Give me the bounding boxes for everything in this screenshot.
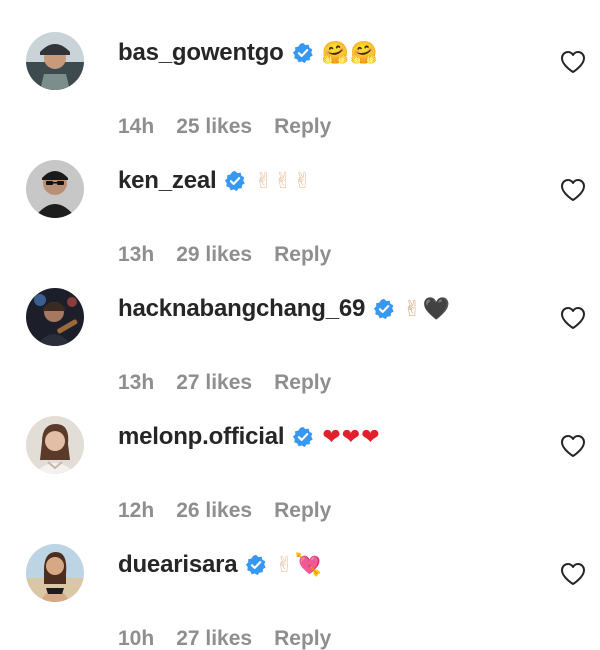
comment-content: hacknabangchang_69 ✌🖤: [118, 294, 451, 324]
like-count-link[interactable]: 27 likes: [176, 627, 252, 650]
comment-content: duearisara ✌💘: [118, 550, 323, 580]
comment-time: 13h: [118, 371, 155, 394]
comment-time: 13h: [118, 243, 155, 266]
like-count-link[interactable]: 27 likes: [176, 371, 252, 395]
avatar[interactable]: [26, 32, 84, 90]
username-link[interactable]: duearisara: [118, 551, 238, 579]
comment-emoji-text: ❤❤❤: [322, 424, 381, 450]
comment-time: 12h: [118, 499, 155, 522]
comment-content: bas_gowentgo 🤗🤗: [118, 38, 378, 68]
comment-item: hacknabangchang_69 ✌🖤 13h 27 likes Reply: [0, 288, 600, 416]
heart-outline-icon[interactable]: [560, 306, 586, 330]
like-count-link[interactable]: 26 likes: [176, 499, 252, 523]
username-link[interactable]: melonp.official: [118, 423, 285, 451]
verified-badge-icon: [292, 426, 314, 448]
comments-list: bas_gowentgo 🤗🤗 14h 25 likes Reply ken_z…: [0, 0, 600, 650]
heart-outline-icon[interactable]: [560, 562, 586, 586]
reply-button[interactable]: Reply: [274, 371, 331, 395]
comment-item: duearisara ✌💘 10h 27 likes Reply: [0, 544, 600, 650]
comment-emoji-text: 🤗🤗: [321, 40, 379, 66]
comment-content: ken_zeal ✌✌✌: [118, 166, 313, 196]
comment-time: 14h: [118, 115, 155, 138]
comment-emoji-text: ✌✌✌: [254, 168, 313, 194]
like-count-link[interactable]: 25 likes: [176, 115, 252, 139]
comment-item: melonp.official ❤❤❤ 12h 26 likes Reply: [0, 416, 600, 544]
reply-button[interactable]: Reply: [274, 627, 331, 650]
reply-button[interactable]: Reply: [274, 115, 331, 139]
comment-content: melonp.official ❤❤❤: [118, 422, 381, 452]
heart-outline-icon[interactable]: [560, 434, 586, 458]
avatar[interactable]: [26, 544, 84, 602]
avatar[interactable]: [26, 160, 84, 218]
comment-meta: 13h 27 likes Reply: [118, 371, 331, 395]
like-count-link[interactable]: 29 likes: [176, 243, 252, 267]
verified-badge-icon: [292, 42, 314, 64]
avatar[interactable]: [26, 416, 84, 474]
comment-meta: 13h 29 likes Reply: [118, 243, 331, 267]
username-link[interactable]: hacknabangchang_69: [118, 295, 365, 323]
reply-button[interactable]: Reply: [274, 499, 331, 523]
verified-badge-icon: [373, 298, 395, 320]
reply-button[interactable]: Reply: [274, 243, 331, 267]
avatar[interactable]: [26, 288, 84, 346]
comment-emoji-text: ✌🖤: [403, 296, 451, 322]
heart-outline-icon[interactable]: [560, 50, 586, 74]
comment-meta: 12h 26 likes Reply: [118, 499, 331, 523]
username-link[interactable]: bas_gowentgo: [118, 39, 284, 67]
username-link[interactable]: ken_zeal: [118, 167, 217, 195]
verified-badge-icon: [224, 170, 246, 192]
comment-item: ken_zeal ✌✌✌ 13h 29 likes Reply: [0, 160, 600, 288]
comment-meta: 14h 25 likes Reply: [118, 115, 331, 139]
heart-outline-icon[interactable]: [560, 178, 586, 202]
comment-time: 10h: [118, 627, 155, 650]
comment-emoji-text: ✌💘: [275, 552, 324, 578]
comment-item: bas_gowentgo 🤗🤗 14h 25 likes Reply: [0, 32, 600, 160]
comment-meta: 10h 27 likes Reply: [118, 627, 331, 650]
verified-badge-icon: [245, 554, 267, 576]
